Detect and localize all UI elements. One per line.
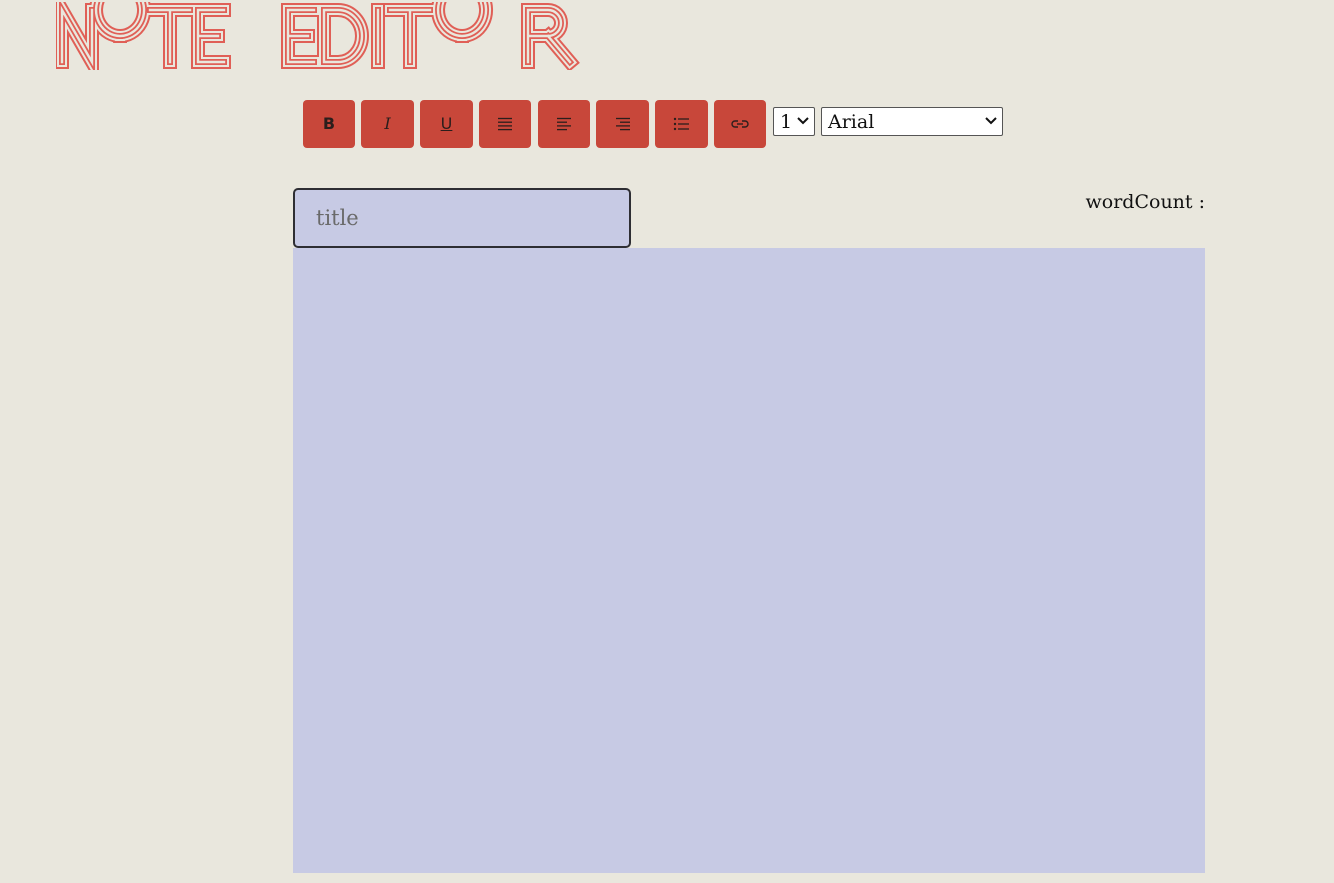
font-family-select[interactable]: Arial [821,107,1003,136]
insert-link-button[interactable] [714,100,766,148]
italic-button[interactable]: I [361,100,414,148]
align-right-button[interactable] [596,100,649,148]
align-left-button[interactable] [538,100,590,148]
align-right-icon [615,117,630,131]
align-justify-icon [498,117,512,131]
font-family-value: Arial [828,110,875,133]
chevron-down-icon [797,117,809,125]
title-input[interactable] [293,188,631,248]
italic-icon: I [384,114,391,133]
bullet-list-button[interactable] [655,100,708,148]
underline-button[interactable]: U [420,100,473,148]
bold-icon: B [322,114,336,133]
underline-icon: U [440,114,453,133]
align-left-icon [557,117,571,131]
word-count-label: wordCount : [1085,191,1205,213]
app-logo [56,0,584,70]
font-size-select[interactable]: 1 [773,107,815,136]
note-editor-area[interactable] [293,248,1205,873]
chevron-down-icon [985,117,997,125]
bold-button[interactable]: B [303,100,355,148]
font-size-value: 1 [780,110,793,133]
align-justify-button[interactable] [479,100,531,148]
bullet-list-icon [673,117,689,131]
link-icon [731,120,749,128]
